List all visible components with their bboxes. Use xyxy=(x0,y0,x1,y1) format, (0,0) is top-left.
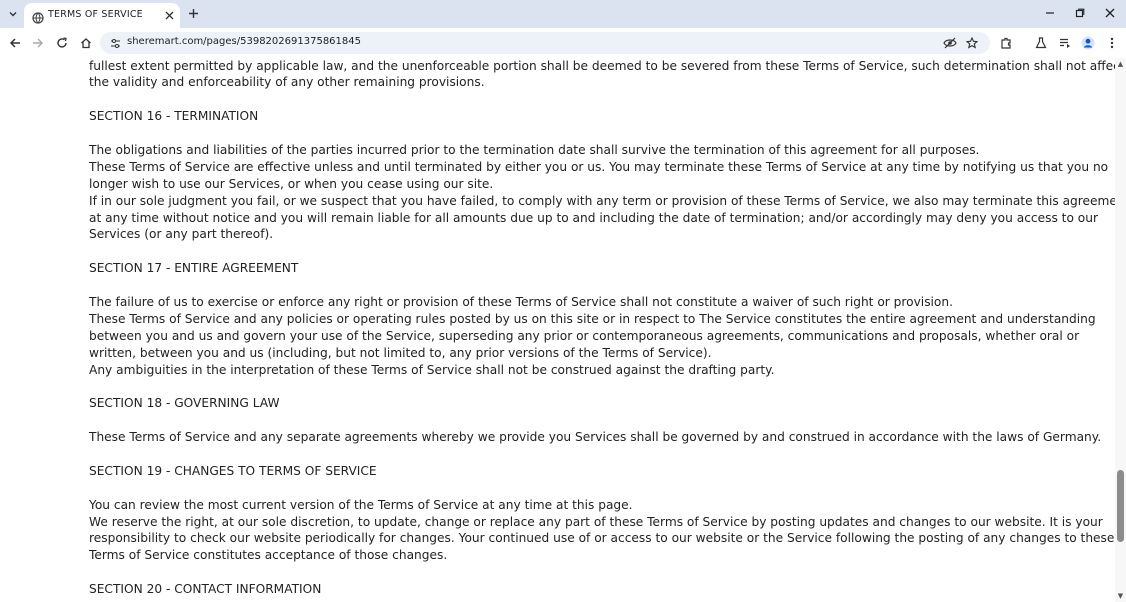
scroll-down-arrow-icon[interactable]: ▼ xyxy=(1117,592,1124,600)
scroll-up-arrow-icon[interactable]: ▲ xyxy=(1117,60,1124,68)
paragraph-line: If in our sole judgment you fail, or we … xyxy=(89,193,1115,208)
globe-icon xyxy=(32,9,44,24)
labs-flask-icon[interactable] xyxy=(1031,33,1051,53)
vertical-scrollbar[interactable]: ▲ ▼ xyxy=(1115,58,1126,602)
paragraph-line: the validity and enforceability of any o… xyxy=(89,75,485,90)
browser-toolbar: sheremart.com/pages/5398202691375861845 xyxy=(0,28,1126,59)
section-heading: SECTION 19 - CHANGES TO TERMS OF SERVICE xyxy=(89,463,377,478)
page-content: fullest extent permitted by applicable l… xyxy=(0,58,1115,602)
address-bar[interactable]: sheremart.com/pages/5398202691375861845 xyxy=(100,32,990,54)
paragraph-line: We reserve the right, at our sole discre… xyxy=(89,514,1103,529)
back-arrow-icon[interactable] xyxy=(5,33,25,53)
restore-icon[interactable] xyxy=(1069,4,1091,22)
eye-off-icon[interactable] xyxy=(942,35,958,51)
section-heading: SECTION 20 - CONTACT INFORMATION xyxy=(89,582,322,597)
paragraph-line: fullest extent permitted by applicable l… xyxy=(89,58,1115,73)
paragraph-line: written, between you and us (including, … xyxy=(89,345,712,360)
paragraph-line: responsibility to check our website peri… xyxy=(89,531,1115,546)
profile-avatar-icon[interactable] xyxy=(1078,33,1098,53)
paragraph-line: at any time without notice and you will … xyxy=(89,210,1098,225)
paragraph-line: You can review the most current version … xyxy=(89,497,633,512)
reload-icon[interactable] xyxy=(52,33,72,53)
scrollbar-thumb[interactable] xyxy=(1117,470,1124,542)
paragraph-line: longer wish to use our Services, or when… xyxy=(89,176,494,191)
terms-text: fullest extent permitted by applicable l… xyxy=(89,58,1115,598)
tab-search-chevron-down-icon[interactable] xyxy=(4,5,22,23)
minimize-icon[interactable] xyxy=(1039,4,1061,22)
paragraph-line: The failure of us to exercise or enforce… xyxy=(89,294,953,309)
paragraph-line: Any ambiguities in the interpretation of… xyxy=(89,362,775,377)
active-tab[interactable]: TERMS OF SERVICE xyxy=(24,3,180,28)
site-info-tune-icon[interactable] xyxy=(108,36,122,50)
paragraph-line: The obligations and liabilities of the p… xyxy=(89,142,980,157)
home-icon[interactable] xyxy=(76,33,96,53)
kebab-menu-icon[interactable] xyxy=(1102,33,1122,53)
paragraph-line: Services (or any part thereof). xyxy=(89,227,274,242)
forward-arrow-icon[interactable] xyxy=(28,33,48,53)
paragraph-line: These Terms of Service are effective unl… xyxy=(89,159,1109,174)
paragraph-line: These Terms of Service and any separate … xyxy=(89,430,1102,445)
section-heading: SECTION 17 - ENTIRE AGREEMENT xyxy=(89,261,299,276)
url-text: sheremart.com/pages/5398202691375861845 xyxy=(127,36,361,47)
section-heading: SECTION 16 - TERMINATION xyxy=(89,109,259,124)
paragraph-line: These Terms of Service and any policies … xyxy=(89,311,1096,326)
section-heading: SECTION 18 - GOVERNING LAW xyxy=(89,396,280,411)
tab-close-icon[interactable] xyxy=(162,8,176,22)
media-playlist-icon[interactable] xyxy=(1055,33,1075,53)
paragraph-line: Terms of Service constitutes acceptance … xyxy=(89,548,448,563)
new-tab-plus-icon[interactable] xyxy=(185,5,201,21)
close-window-icon[interactable] xyxy=(1099,4,1121,22)
paragraph-line: between you and us and govern your use o… xyxy=(89,328,1080,343)
tab-title: TERMS OF SERVICE xyxy=(48,9,143,20)
extensions-puzzle-icon[interactable] xyxy=(996,33,1016,53)
tab-strip: TERMS OF SERVICE xyxy=(0,0,1126,28)
bookmark-star-icon[interactable] xyxy=(964,35,980,51)
